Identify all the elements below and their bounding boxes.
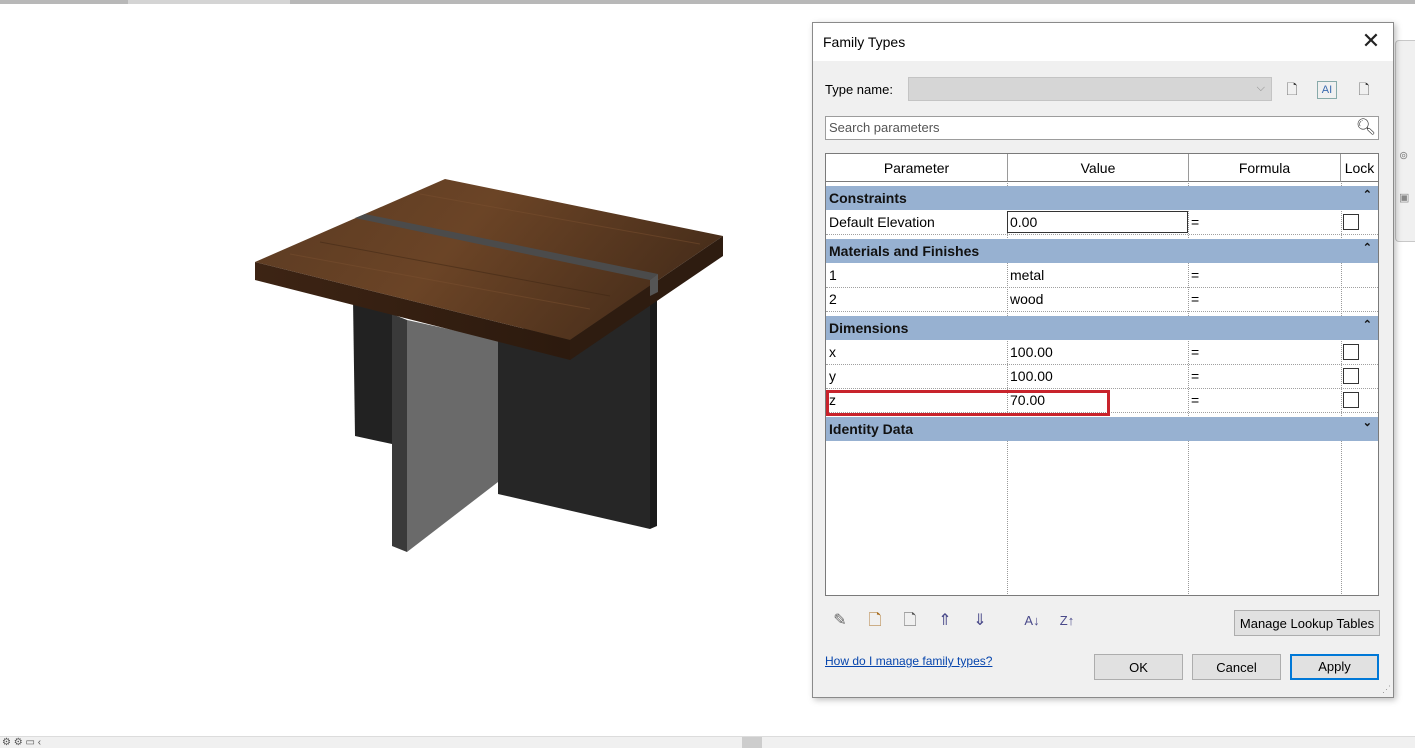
- delete-parameter-icon[interactable]: 🗋: [899, 610, 921, 632]
- type-name-label: Type name:: [825, 82, 893, 97]
- navigation-wheel-icon[interactable]: ⊚: [1399, 149, 1408, 162]
- lock-checkbox[interactable]: [1343, 368, 1359, 384]
- sort-ascending-icon[interactable]: A↓: [1021, 610, 1043, 632]
- lock-checkbox[interactable]: [1343, 392, 1359, 408]
- table-row[interactable]: y 100.00 =: [826, 364, 1378, 389]
- group-label: Constraints: [829, 190, 907, 206]
- ok-button[interactable]: OK: [1094, 654, 1183, 680]
- group-header-materials[interactable]: Materials and Finishes ⌃: [826, 239, 1378, 263]
- chevron-down-icon: ⌵: [1256, 82, 1265, 94]
- group-label: Identity Data: [829, 421, 914, 437]
- group-header-identity[interactable]: Identity Data ⌄: [826, 417, 1378, 441]
- formula-cell[interactable]: =: [1188, 287, 1341, 311]
- group-header-constraints[interactable]: Constraints ⌃: [826, 186, 1378, 210]
- cancel-button[interactable]: Cancel: [1192, 654, 1281, 680]
- leg-panel-left: [353, 299, 392, 444]
- rename-type-icon[interactable]: AI: [1317, 81, 1337, 99]
- collapse-icon[interactable]: ⌃: [1363, 313, 1372, 337]
- move-up-icon[interactable]: ⇑: [934, 610, 956, 632]
- zoom-icon[interactable]: ▣: [1399, 191, 1409, 204]
- horizontal-scrollbar-thumb[interactable]: [742, 737, 762, 748]
- leg-panel-right-edge: [650, 270, 657, 529]
- highlight-annotation: [826, 390, 1110, 416]
- formula-cell[interactable]: =: [1188, 210, 1341, 234]
- value-edit-field[interactable]: 0.00: [1007, 211, 1188, 233]
- parameter-name: Default Elevation: [829, 214, 935, 230]
- new-type-icon[interactable]: 🗋: [1281, 78, 1303, 100]
- resize-grip-icon[interactable]: ⋰: [1382, 684, 1391, 695]
- column-header-lock[interactable]: Lock: [1341, 154, 1378, 182]
- group-header-dimensions[interactable]: Dimensions ⌃: [826, 316, 1378, 340]
- dialog-title: Family Types: [823, 34, 906, 50]
- search-parameters-box: 🔍︎: [825, 116, 1379, 140]
- navigation-bar[interactable]: ⊚ ▣: [1395, 40, 1415, 242]
- column-header-parameter[interactable]: Parameter: [826, 154, 1008, 182]
- close-icon[interactable]: ✕: [1359, 29, 1383, 53]
- collapse-icon[interactable]: ⌃: [1363, 236, 1372, 260]
- table-row[interactable]: x 100.00 =: [826, 340, 1378, 365]
- formula-cell[interactable]: =: [1188, 388, 1341, 412]
- leg-front-edge: [392, 314, 407, 552]
- dialog-titlebar: Family Types ✕: [813, 23, 1393, 61]
- apply-button[interactable]: Apply: [1290, 654, 1379, 680]
- parameter-name: 1: [829, 267, 837, 283]
- formula-cell[interactable]: =: [1188, 340, 1341, 364]
- view-control-bar: ⚙ ⚙ ▭ ‹: [0, 736, 1415, 748]
- column-header-formula[interactable]: Formula: [1189, 154, 1341, 182]
- manage-lookup-tables-button[interactable]: Manage Lookup Tables: [1234, 610, 1380, 636]
- parameter-name: x: [829, 344, 836, 360]
- move-down-icon[interactable]: ⇓: [969, 610, 991, 632]
- search-input[interactable]: [829, 118, 1349, 136]
- formula-cell[interactable]: =: [1188, 364, 1341, 388]
- value-cell[interactable]: wood: [1007, 287, 1188, 311]
- formula-cell[interactable]: =: [1188, 263, 1341, 287]
- value-cell[interactable]: 100.00: [1007, 364, 1188, 388]
- table-row[interactable]: 2 wood =: [826, 287, 1378, 312]
- collapse-icon[interactable]: ⌃: [1363, 183, 1372, 207]
- table-3d-model: [255, 179, 723, 552]
- help-link[interactable]: How do I manage family types?: [825, 654, 992, 668]
- parameter-name: 2: [829, 291, 837, 307]
- sort-descending-icon[interactable]: Z↑: [1056, 610, 1078, 632]
- lock-checkbox[interactable]: [1343, 344, 1359, 360]
- expand-icon[interactable]: ⌄: [1363, 411, 1372, 435]
- search-icon[interactable]: 🔍︎: [1356, 117, 1376, 137]
- table-row[interactable]: 1 metal =: [826, 263, 1378, 288]
- column-header-value[interactable]: Value: [1008, 154, 1189, 182]
- parameters-table: Parameter Value Formula Lock Constraints…: [825, 153, 1379, 596]
- edit-parameter-icon[interactable]: ✎: [829, 610, 851, 632]
- table-row[interactable]: Default Elevation 0.00 =: [826, 210, 1378, 235]
- 3d-viewport[interactable]: [0, 4, 810, 736]
- type-name-dropdown[interactable]: ⌵: [908, 77, 1272, 101]
- group-label: Dimensions: [829, 320, 909, 336]
- leg-front-face: [407, 320, 498, 552]
- value-cell[interactable]: 100.00: [1007, 340, 1188, 364]
- value-cell[interactable]: metal: [1007, 263, 1188, 287]
- group-label: Materials and Finishes: [829, 243, 980, 259]
- view-control-icons[interactable]: ⚙ ⚙ ▭ ‹: [2, 737, 41, 748]
- family-types-dialog: Family Types ✕ Type name: ⌵ 🗋 AI 🗋 🔍︎ Pa…: [812, 22, 1394, 698]
- delete-type-icon[interactable]: 🗋: [1353, 78, 1375, 100]
- new-parameter-icon[interactable]: 🗋: [864, 610, 886, 632]
- parameter-name: y: [829, 368, 836, 384]
- lock-checkbox[interactable]: [1343, 214, 1359, 230]
